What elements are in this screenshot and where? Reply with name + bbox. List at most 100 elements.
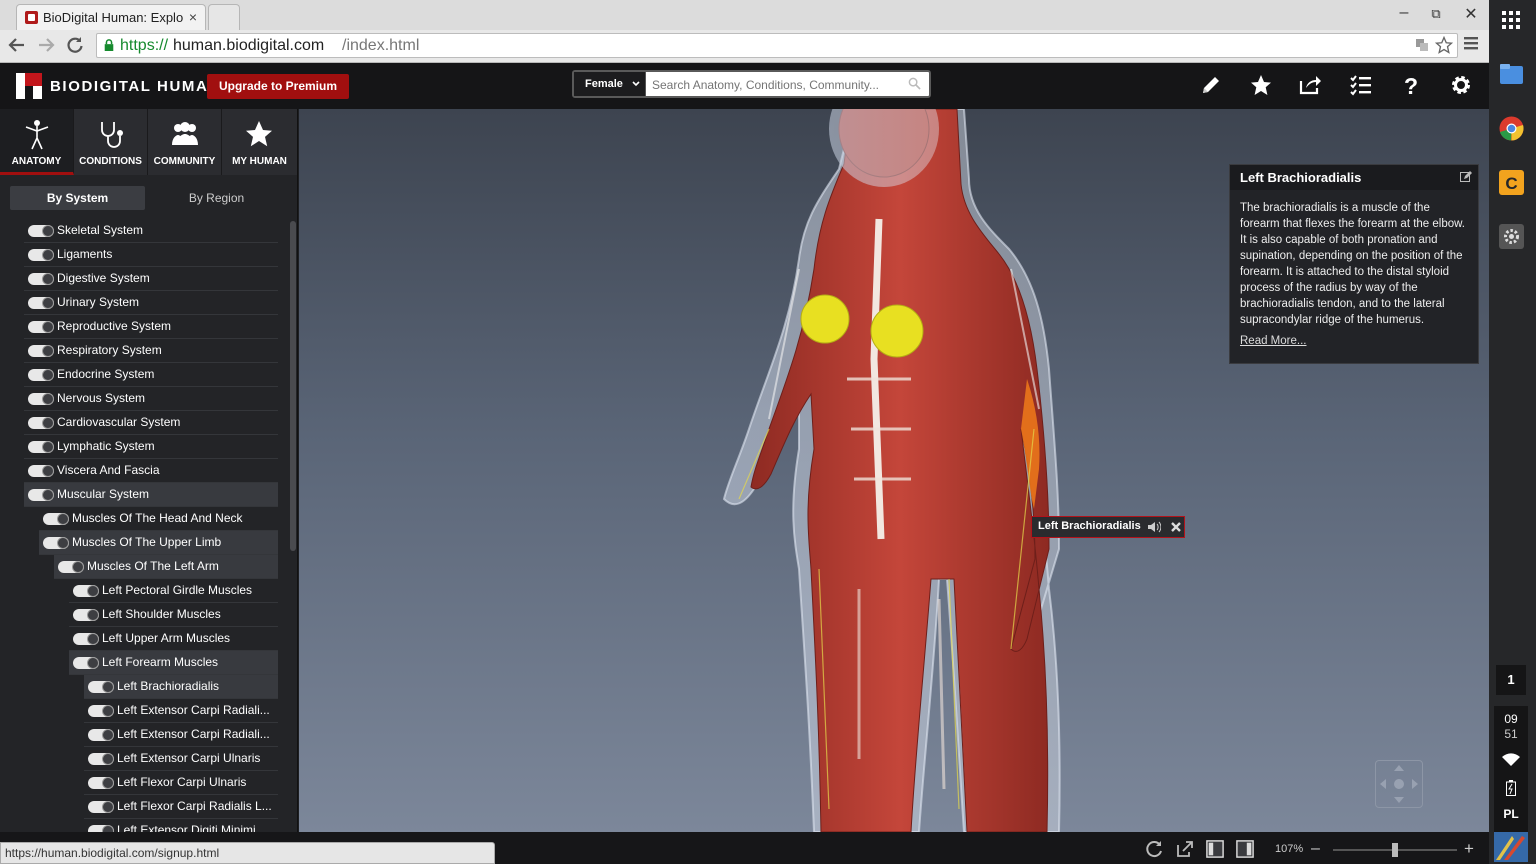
by-system-button[interactable]: By System — [10, 186, 145, 210]
settings-app-icon[interactable] — [1499, 224, 1524, 249]
tree-item[interactable]: Endocrine System — [24, 363, 278, 387]
tree-item[interactable]: Digestive System — [24, 267, 278, 291]
search-input[interactable] — [652, 76, 907, 93]
edit-icon[interactable] — [1460, 171, 1472, 183]
tree-item[interactable]: Lymphatic System — [24, 435, 278, 459]
visibility-toggle[interactable] — [28, 369, 54, 381]
by-region-button[interactable]: By Region — [145, 186, 288, 210]
tree-item[interactable]: Left Extensor Carpi Ulnaris — [84, 747, 278, 771]
c-app-icon[interactable]: C — [1499, 170, 1524, 195]
visibility-toggle[interactable] — [28, 417, 54, 429]
checklist-icon[interactable] — [1349, 73, 1373, 97]
visibility-toggle[interactable] — [73, 609, 99, 621]
translate-icon[interactable] — [1415, 38, 1429, 52]
reload-icon[interactable] — [66, 36, 84, 54]
tree-item[interactable]: Left Flexor Carpi Ulnaris — [84, 771, 278, 795]
read-more-link[interactable]: Read More... — [1240, 335, 1306, 347]
visibility-toggle[interactable] — [28, 273, 54, 285]
upgrade-premium-button[interactable]: Upgrade to Premium — [207, 74, 349, 99]
tab-my-human[interactable]: MY HUMAN — [222, 109, 297, 175]
tree-item[interactable]: Viscera And Fascia — [24, 459, 278, 483]
address-bar[interactable]: https:// human.biodigital.com /index.htm… — [96, 33, 1458, 58]
visibility-toggle[interactable] — [88, 729, 114, 741]
visibility-toggle[interactable] — [28, 345, 54, 357]
tree-item[interactable]: Left Extensor Carpi Radiali... — [84, 699, 278, 723]
help-icon[interactable]: ? — [1399, 73, 1423, 97]
visibility-toggle[interactable] — [88, 777, 114, 789]
external-link-icon[interactable] — [1176, 840, 1194, 858]
pencil-icon[interactable] — [1199, 73, 1223, 97]
visibility-toggle[interactable] — [28, 393, 54, 405]
chrome-app-icon[interactable] — [1499, 116, 1524, 141]
app-logo-text[interactable]: BIODIGITAL HUMAN — [50, 78, 221, 95]
tree-item[interactable]: Left Forearm Muscles — [69, 651, 278, 675]
visibility-toggle[interactable] — [28, 441, 54, 453]
bookmark-star-icon[interactable] — [1435, 36, 1453, 54]
visibility-toggle[interactable] — [88, 705, 114, 717]
tree-item[interactable]: Cardiovascular System — [24, 411, 278, 435]
visibility-toggle[interactable] — [28, 249, 54, 261]
layout-right-panel-icon[interactable] — [1236, 840, 1254, 858]
tree-item[interactable]: Left Flexor Carpi Radialis L... — [84, 795, 278, 819]
visibility-toggle[interactable] — [73, 585, 99, 597]
browser-menu-icon[interactable] — [1464, 37, 1480, 51]
restore-icon[interactable]: ⧉ — [1425, 6, 1447, 22]
back-icon[interactable] — [8, 37, 26, 53]
tree-item[interactable]: Nervous System — [24, 387, 278, 411]
tree-item[interactable]: Left Shoulder Muscles — [69, 603, 278, 627]
visibility-toggle[interactable] — [88, 681, 114, 693]
visibility-toggle[interactable] — [88, 825, 114, 832]
system-tray[interactable]: 09 51 PL — [1494, 706, 1528, 832]
minimize-icon[interactable]: – — [1393, 4, 1415, 22]
tree-item[interactable]: Respiratory System — [24, 339, 278, 363]
tree-item[interactable]: Muscles Of The Left Arm — [54, 555, 278, 579]
biodigital-logo-icon[interactable] — [16, 73, 42, 99]
visibility-toggle[interactable] — [88, 753, 114, 765]
user-avatar[interactable] — [1494, 832, 1528, 862]
new-tab-button[interactable] — [208, 4, 240, 30]
forward-icon[interactable] — [37, 37, 55, 53]
app-launcher-icon[interactable] — [1501, 10, 1521, 30]
tab-conditions[interactable]: CONDITIONS — [74, 109, 148, 175]
tab-anatomy[interactable]: ANATOMY — [0, 109, 74, 175]
gender-select[interactable]: Female — [574, 72, 646, 96]
tree-item[interactable]: Left Pectoral Girdle Muscles — [69, 579, 278, 603]
speaker-icon[interactable] — [1147, 521, 1161, 533]
tab-community[interactable]: COMMUNITY — [148, 109, 222, 175]
tree-item[interactable]: Ligaments — [24, 243, 278, 267]
tree-item[interactable]: Muscles Of The Upper Limb — [39, 531, 278, 555]
visibility-toggle[interactable] — [28, 297, 54, 309]
tree-item[interactable]: Left Brachioradialis — [84, 675, 278, 699]
reset-view-icon[interactable] — [1145, 840, 1163, 858]
favorites-star-icon[interactable] — [1249, 73, 1273, 97]
pan-control[interactable] — [1375, 760, 1423, 808]
tree-item[interactable]: Left Upper Arm Muscles — [69, 627, 278, 651]
zoom-in-button[interactable]: + — [1464, 839, 1474, 859]
tree-item[interactable]: Skeletal System — [24, 219, 278, 243]
files-app-icon[interactable] — [1499, 62, 1524, 87]
settings-gear-icon[interactable] — [1449, 73, 1473, 97]
visibility-toggle[interactable] — [88, 801, 114, 813]
visibility-toggle[interactable] — [28, 321, 54, 333]
share-icon[interactable] — [1298, 73, 1322, 97]
close-icon[interactable] — [1170, 521, 1182, 533]
zoom-out-button[interactable]: – — [1311, 840, 1320, 858]
visibility-toggle[interactable] — [28, 489, 54, 501]
tab-close-icon[interactable]: × — [189, 9, 197, 25]
notification-count-badge[interactable]: 1 — [1496, 665, 1526, 695]
window-close-icon[interactable]: ✕ — [1460, 4, 1482, 24]
visibility-toggle[interactable] — [43, 537, 69, 549]
search-icon[interactable] — [908, 77, 921, 90]
visibility-toggle[interactable] — [43, 513, 69, 525]
layout-left-panel-icon[interactable] — [1206, 840, 1224, 858]
sidebar-scrollbar[interactable] — [290, 221, 296, 551]
tree-item[interactable]: Left Extensor Carpi Radiali... — [84, 723, 278, 747]
tree-item[interactable]: Urinary System — [24, 291, 278, 315]
structure-label-tag[interactable]: Left Brachioradialis — [1031, 516, 1185, 538]
visibility-toggle[interactable] — [73, 633, 99, 645]
tree-item[interactable]: Muscles Of The Head And Neck — [39, 507, 278, 531]
tree-item[interactable]: Muscular System — [24, 483, 278, 507]
tree-item[interactable]: Left Extensor Digiti Minimi — [84, 819, 278, 832]
visibility-toggle[interactable] — [28, 465, 54, 477]
zoom-slider-handle[interactable] — [1392, 843, 1398, 857]
